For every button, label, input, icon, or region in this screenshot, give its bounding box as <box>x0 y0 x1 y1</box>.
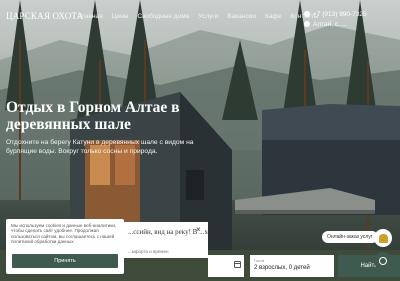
nav-item-home[interactable]: Главная <box>78 13 103 20</box>
site-logo[interactable]: ЦАРСКАЯ ОХОТА <box>6 11 83 21</box>
location-text[interactable]: Алтай, с. ... <box>313 21 347 28</box>
booking-bar: Гости 2 взрослых, 0 детей Найти <box>208 255 400 277</box>
nav-item-prices[interactable]: Цены <box>112 13 129 20</box>
main-nav: Главная Цены Свободные дома Услуги Вакан… <box>78 13 327 20</box>
header-contacts: +7 (913) 990-7325 Алтай, с. ... <box>304 9 367 29</box>
nav-item-services[interactable]: Услуги <box>198 13 218 20</box>
online-order-badge[interactable]: Онлайн-заказ услуг <box>322 231 378 243</box>
close-icon[interactable]: × <box>196 225 201 234</box>
chat-widget-icon[interactable] <box>374 252 392 270</box>
phone-number[interactable]: +7 (913) 990-7325 <box>313 11 367 18</box>
hero-subtitle: Отдохните на берегу Катуни в деревянных … <box>6 139 194 155</box>
guests-value: 2 взрослых, 0 детей <box>254 265 310 271</box>
nav-item-cafe[interactable]: Кафе <box>265 13 281 20</box>
cookie-text: Мы используем cookies и данные веб-анали… <box>11 223 117 245</box>
nav-item-free-houses[interactable]: Свободные дома <box>137 13 189 20</box>
bell-icon[interactable] <box>374 229 392 247</box>
accept-cookies-button[interactable]: Принять <box>12 254 118 268</box>
calendar-icon <box>234 261 241 268</box>
guests-field[interactable]: Гости 2 взрослых, 0 детей <box>250 255 334 277</box>
chat-popup: ...ссийн, вид на реку! В ...хота» ...мфо… <box>124 222 221 258</box>
phone-icon <box>304 11 310 17</box>
guests-label: Гости <box>254 258 265 263</box>
chat-subtitle: ...мфорта и времен <box>128 249 169 254</box>
chat-title: ...ссийн, вид на реку! В ...хота» <box>128 228 221 236</box>
hero-title: Отдых в Горном Алтае в деревянных шале <box>6 99 180 133</box>
nav-item-vacancies[interactable]: Вакансии <box>227 13 256 20</box>
location-icon <box>304 21 310 27</box>
date-field[interactable] <box>208 255 244 277</box>
cookie-banner: Мы используем cookies и данные веб-анали… <box>6 219 124 274</box>
